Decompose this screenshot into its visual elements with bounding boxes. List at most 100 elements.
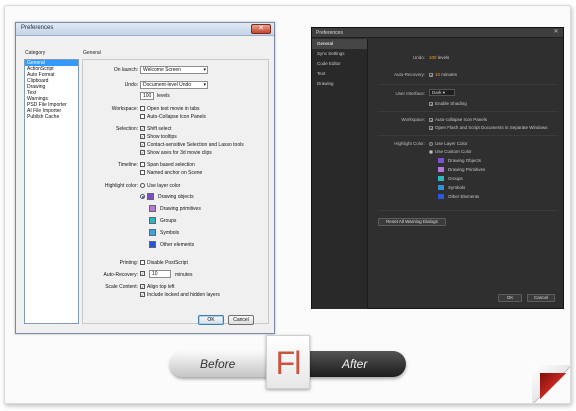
scale-option-align[interactable]: ✓ Align top left [140, 284, 175, 290]
checkbox-checked[interactable]: ✓ [140, 142, 145, 148]
checkbox-checked[interactable]: ✓ [140, 134, 145, 140]
checkbox[interactable] [140, 114, 145, 120]
selection-option-contact[interactable]: ✓ Contact-sensitive Selection and Lasso t… [140, 142, 244, 148]
auto-recovery-checkbox[interactable]: ✓ [140, 271, 147, 277]
before-ok-button[interactable]: OK [198, 315, 224, 325]
category-item-publish-cache[interactable]: Publish Cache [25, 114, 78, 120]
highlight-item-drawing-primitives[interactable]: Drawing primitives [149, 205, 201, 212]
ui-theme-select[interactable]: Dark ▾ [429, 89, 455, 96]
checkbox-checked[interactable]: ✓ [140, 292, 145, 298]
divider [378, 84, 558, 85]
dark-category-list[interactable]: General Sync Settings Code Editor Text D… [312, 39, 368, 309]
highlight-item-other[interactable]: Other elements [149, 241, 194, 248]
color-swatch[interactable] [149, 217, 156, 224]
dark-use-layer-color[interactable]: Use Layer Color [429, 141, 468, 146]
before-cancel-button[interactable]: Cancel [228, 315, 254, 325]
color-swatch[interactable] [147, 193, 154, 200]
undo-levels-input[interactable]: 100 [140, 92, 154, 100]
checkbox-checked[interactable]: ✓ [140, 284, 145, 290]
option-text: Contact-sensitive Selection and Lasso to… [147, 142, 244, 148]
selection-option-axes[interactable]: ✓ Show axes for 3d movie clips [140, 150, 212, 156]
dark-category-code-editor[interactable]: Code Editor [312, 59, 367, 69]
radio[interactable] [140, 183, 145, 189]
auto-recovery-input[interactable]: 10 [149, 270, 171, 278]
dark-auto-recovery[interactable]: 10 minutes [429, 72, 457, 77]
printing-label: Printing: [119, 260, 138, 266]
dark-highlight-symbols[interactable]: Symbols [438, 185, 465, 191]
highlight-label: Highlight color: [104, 183, 138, 189]
highlight-use-layer[interactable]: Use layer color [140, 183, 180, 189]
after-ok-button[interactable]: OK [498, 294, 522, 302]
radio[interactable] [429, 141, 433, 146]
checkbox-checked[interactable] [429, 101, 433, 106]
checkbox-checked[interactable] [429, 117, 433, 122]
checkbox-checked[interactable] [429, 72, 433, 77]
close-icon[interactable]: ✕ [251, 24, 271, 34]
dark-workspace-separate-windows[interactable]: Open Flash and Script Documents in Separ… [429, 125, 548, 130]
on-launch-select[interactable]: Welcome Screen ▾ [140, 66, 208, 74]
checkbox[interactable] [140, 162, 145, 168]
selection-option-shift[interactable]: ✓ Shift select [140, 126, 171, 132]
highlight-item-groups[interactable]: Groups [149, 217, 176, 224]
option-text: Other Elements [448, 194, 480, 199]
dark-category-sync-settings[interactable]: Sync Settings [312, 49, 367, 59]
color-swatch[interactable] [149, 229, 156, 236]
highlight-item-symbols[interactable]: Symbols [149, 229, 179, 236]
radio-selected[interactable] [140, 194, 145, 199]
checkbox-checked[interactable]: ✓ [140, 126, 145, 132]
close-icon[interactable]: ✕ [552, 29, 560, 36]
selection-label: Selection: [116, 126, 138, 132]
dark-category-drawing[interactable]: Drawing [312, 79, 367, 89]
printing-option-postscript[interactable]: Disable PostScript [140, 260, 188, 266]
dark-undo-levels[interactable]: 100 levels [429, 55, 449, 60]
timeline-label: Timeline: [117, 162, 138, 168]
workspace-option-collapse[interactable]: Auto-Collapse Icon Panels [140, 114, 206, 120]
on-launch-value: Welcome Screen [143, 67, 181, 73]
dark-workspace-collapse[interactable]: Auto-collapse Icon Panels [429, 117, 487, 122]
color-swatch[interactable] [149, 205, 156, 212]
dark-highlight-drawing-objects[interactable]: Drawing Objects [438, 158, 482, 164]
option-text: Align top left [147, 284, 175, 290]
dark-category-text[interactable]: Text [312, 69, 367, 79]
color-swatch[interactable] [438, 176, 444, 182]
workspace-option-tabs[interactable]: Open test movie in tabs [140, 106, 200, 112]
dark-highlight-drawing-primitives[interactable]: Drawing Primitives [438, 167, 485, 173]
undo-select[interactable]: Document-level Undo ▾ [140, 81, 208, 89]
color-swatch[interactable] [438, 167, 444, 173]
checkbox-checked[interactable]: ✓ [140, 271, 145, 277]
checkbox-checked[interactable] [429, 125, 433, 130]
category-list[interactable]: General ActionScript Auto Format Clipboa… [24, 59, 79, 324]
timeline-option-span[interactable]: Span based selection [140, 162, 195, 168]
selection-option-tooltips[interactable]: ✓ Show tooltips [140, 134, 177, 140]
undo-levels-value[interactable]: 100 [429, 55, 437, 60]
highlight-item-drawing-objects[interactable]: Drawing objects [140, 193, 194, 200]
scale-option-include-hidden[interactable]: ✓ Include locked and hidden layers [140, 292, 220, 298]
page-curl-accent [540, 373, 566, 399]
radio-selected[interactable] [429, 149, 433, 154]
dark-category-general[interactable]: General [312, 39, 367, 49]
dark-highlight-other[interactable]: Other Elements [438, 194, 480, 200]
auto-recovery-value[interactable]: 10 [435, 72, 440, 77]
dark-highlight-groups[interactable]: Groups [438, 176, 463, 182]
reset-warning-dialogs-button[interactable]: Reset All Warning Dialogs [378, 218, 446, 226]
after-cancel-button[interactable]: Cancel [527, 294, 555, 302]
color-swatch[interactable] [438, 158, 444, 164]
checkbox-checked[interactable]: ✓ [140, 150, 145, 156]
color-swatch[interactable] [438, 185, 444, 191]
timeline-option-anchor[interactable]: Named anchor on Scene [140, 170, 202, 176]
checkbox[interactable] [140, 260, 145, 266]
dark-use-custom-color[interactable]: Use Custom Color [429, 149, 472, 154]
option-text: Named anchor on Scene [147, 170, 203, 176]
option-text: Drawing Objects [448, 158, 482, 163]
chevron-down-icon: ▾ [203, 67, 206, 73]
option-text: Show tooltips [147, 134, 177, 140]
color-swatch[interactable] [149, 241, 156, 248]
checkbox[interactable] [140, 106, 145, 112]
color-swatch[interactable] [438, 194, 444, 200]
flash-logo-icon: Fl [266, 335, 310, 389]
dark-enable-shading[interactable]: Enable Shading [429, 101, 467, 106]
ui-theme-value: Dark [432, 90, 442, 95]
checkbox[interactable] [140, 170, 145, 176]
option-text: Other elements [160, 241, 195, 248]
option-text: Open test movie in tabs [147, 106, 200, 112]
